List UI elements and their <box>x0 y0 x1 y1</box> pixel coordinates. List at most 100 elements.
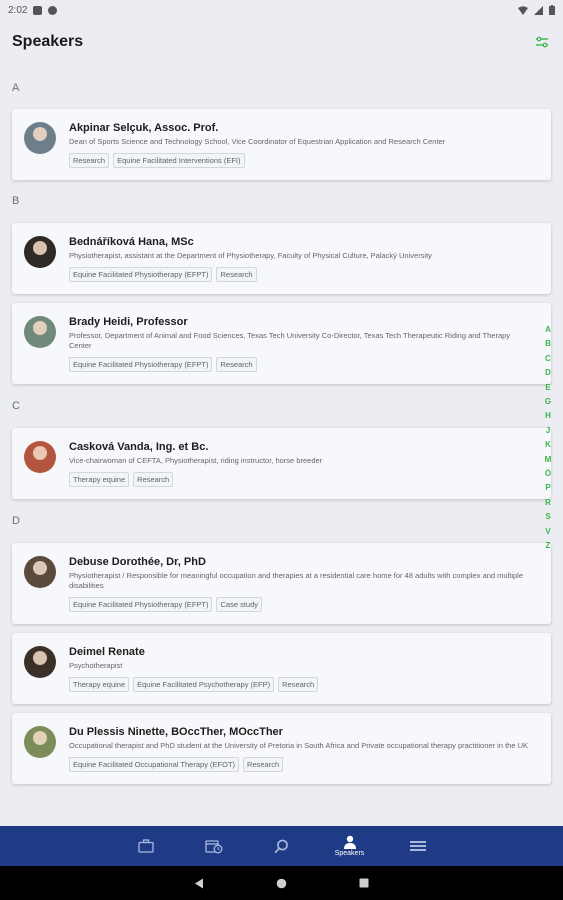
speaker-card-akpinar[interactable]: Akpinar Selçuk, Assoc. Prof. Dean of Spo… <box>12 109 551 180</box>
speaker-name: Akpinar Selçuk, Assoc. Prof. <box>69 122 219 134</box>
system-navigation-bar <box>0 866 563 900</box>
tag[interactable]: Equine Facilitated Physiotherapy (EFPT) <box>69 597 213 612</box>
tag-list: Equine Facilitated Physiotherapy (EFPT) … <box>69 597 539 612</box>
speaker-description: Occupational therapist and PhD student a… <box>69 741 529 750</box>
avatar <box>24 726 56 758</box>
tag[interactable]: Research <box>216 357 257 372</box>
recents-icon[interactable] <box>359 878 369 888</box>
tag[interactable]: Equine Facilitated Psychotherapy (EFP) <box>133 677 275 692</box>
menu-icon <box>409 841 426 851</box>
index-letter-j[interactable]: J <box>546 424 550 438</box>
tag[interactable]: Case study <box>216 597 263 612</box>
back-icon[interactable] <box>194 878 204 889</box>
speaker-description: Psychotherapist <box>69 661 123 670</box>
calendar-clock-icon <box>204 839 222 853</box>
tag-list: Equine Facilitated Physiotherapy (EFPT) … <box>69 357 539 372</box>
tag-list: Research Equine Facilitated Intervention… <box>69 153 539 168</box>
wifi-icon <box>518 5 528 15</box>
speaker-list[interactable]: A Akpinar Selçuk, Assoc. Prof. Dean of S… <box>0 68 563 826</box>
index-letter-c[interactable]: C <box>545 352 551 366</box>
status-left: 2:02 <box>8 4 58 16</box>
avatar <box>24 316 56 348</box>
tag[interactable]: Equine Facilitated Occupational Therapy … <box>69 757 240 772</box>
avatar <box>24 646 56 678</box>
tag-list: Equine Facilitated Physiotherapy (EFPT) … <box>69 267 539 282</box>
speaker-description: Vice-chairwoman of CEFTA, Physiotherapis… <box>69 456 323 465</box>
speaker-name: Debuse Dorothée, Dr, PhD <box>69 556 206 568</box>
tag[interactable]: Equine Facilitated Physiotherapy (EFPT) <box>69 357 213 372</box>
speaker-name: Deimel Renate <box>69 646 145 658</box>
tag[interactable]: Therapy equine <box>69 472 130 487</box>
page-title: Speakers <box>12 33 84 50</box>
speaker-card-du-plessis[interactable]: Du Plessis Ninette, BOccTher, MOccTher O… <box>12 713 551 784</box>
index-letter-z[interactable]: Z <box>546 539 551 553</box>
index-letter-h[interactable]: H <box>545 409 551 423</box>
nav-item-speakers[interactable]: Speakers <box>316 826 384 866</box>
index-letter-v[interactable]: V <box>545 525 550 539</box>
section-letter: A <box>12 82 20 94</box>
home-icon[interactable] <box>276 878 287 889</box>
battery-icon <box>549 5 555 15</box>
speaker-description: Physiotherapist, assistant at the Depart… <box>69 251 432 260</box>
section-letter: C <box>12 400 20 412</box>
avatar <box>24 236 56 268</box>
bottom-navigation: Speakers <box>0 826 563 866</box>
app-notification-icon <box>48 5 58 15</box>
speaker-name: Casková Vanda, Ing. et Bc. <box>69 441 209 453</box>
tag[interactable]: Research <box>216 267 257 282</box>
index-letter-m[interactable]: M <box>545 453 552 467</box>
section-b: B Bednáříková Hana, MSc Physiotherapist,… <box>0 191 563 384</box>
briefcase-icon <box>137 839 154 853</box>
index-letter-b[interactable]: B <box>545 337 551 351</box>
tag[interactable]: Research <box>69 153 110 168</box>
tag[interactable]: Research <box>133 472 174 487</box>
avatar <box>24 122 56 154</box>
tag[interactable]: Therapy equine <box>69 677 130 692</box>
index-letter-g[interactable]: G <box>545 395 551 409</box>
index-letter-k[interactable]: K <box>545 438 551 452</box>
speaker-card-debuse[interactable]: Debuse Dorothée, Dr, PhD Physiotherapist… <box>12 543 551 624</box>
status-time: 2:02 <box>8 4 28 16</box>
speaker-description: Dean of Sports Science and Technology Sc… <box>69 137 446 146</box>
avatar <box>24 441 56 473</box>
nav-label-speakers: Speakers <box>334 850 365 857</box>
status-right <box>518 5 555 15</box>
section-c: C Casková Vanda, Ing. et Bc. Vice-chairw… <box>0 396 563 499</box>
status-bar: 2:02 <box>0 0 563 20</box>
index-letter-d[interactable]: D <box>545 366 551 380</box>
speaker-card-bednarikova[interactable]: Bednáříková Hana, MSc Physiotherapist, a… <box>12 223 551 294</box>
speaker-card-caskova[interactable]: Casková Vanda, Ing. et Bc. Vice-chairwom… <box>12 428 551 499</box>
tag[interactable]: Research <box>243 757 284 772</box>
alphabet-index[interactable]: A B C D E G H J K M Ö P R S V Z <box>542 323 554 554</box>
speaker-card-brady[interactable]: Brady Heidi, Professor Professor, Depart… <box>12 303 551 384</box>
speaker-description: Physiotherapist / Responsible for meanin… <box>69 571 524 590</box>
tag-list: Therapy equine Equine Facilitated Psycho… <box>69 677 539 692</box>
index-letter-s[interactable]: S <box>545 510 550 524</box>
tag-list: Therapy equine Research <box>69 472 539 487</box>
tag[interactable]: Research <box>278 677 319 692</box>
tag-list: Equine Facilitated Occupational Therapy … <box>69 757 539 772</box>
app-header: Speakers <box>0 20 563 64</box>
speaker-name: Brady Heidi, Professor <box>69 316 188 328</box>
index-letter-o-umlaut[interactable]: Ö <box>545 467 551 481</box>
speaker-name: Bednáříková Hana, MSc <box>69 236 194 248</box>
index-letter-r[interactable]: R <box>545 496 551 510</box>
nav-item-search[interactable] <box>248 826 316 866</box>
section-a: A Akpinar Selçuk, Assoc. Prof. Dean of S… <box>0 78 563 180</box>
filter-sliders-icon[interactable] <box>533 33 551 51</box>
index-letter-p[interactable]: P <box>545 481 550 495</box>
nav-item-program[interactable] <box>112 826 180 866</box>
nav-item-schedule[interactable] <box>180 826 248 866</box>
speaker-card-deimel[interactable]: Deimel Renate Psychotherapist Therapy eq… <box>12 633 551 704</box>
section-letter: D <box>12 515 20 527</box>
section-d: D Debuse Dorothée, Dr, PhD Physiotherapi… <box>0 511 563 784</box>
index-letter-e[interactable]: E <box>545 381 550 395</box>
section-letter: B <box>12 195 20 207</box>
index-letter-a[interactable]: A <box>545 323 551 337</box>
speaker-name: Du Plessis Ninette, BOccTher, MOccTher <box>69 726 283 738</box>
search-icon <box>274 839 288 853</box>
tag[interactable]: Equine Facilitated Physiotherapy (EFPT) <box>69 267 213 282</box>
signal-icon <box>534 5 543 15</box>
tag[interactable]: Equine Facilitated Interventions (EFI) <box>113 153 245 168</box>
nav-item-menu[interactable] <box>384 826 452 866</box>
